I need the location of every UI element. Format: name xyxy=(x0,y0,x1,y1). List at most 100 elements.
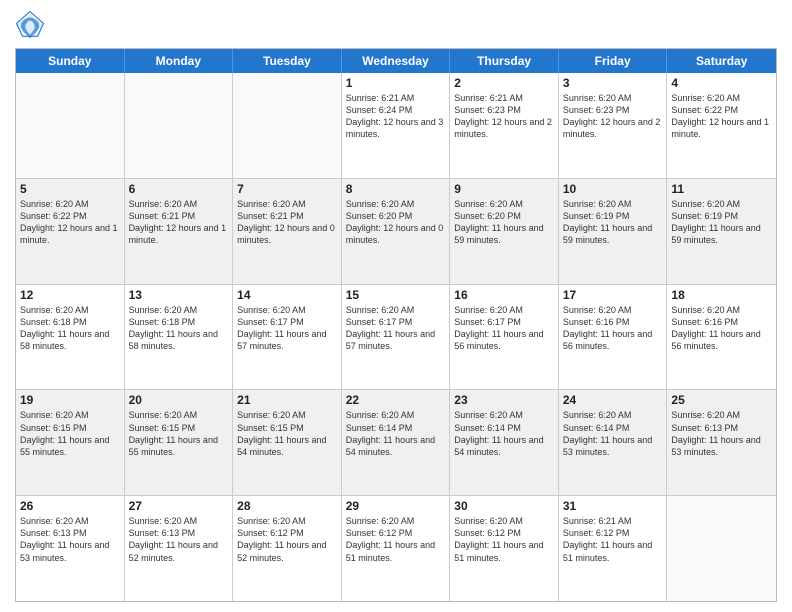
day-info: Sunrise: 6:21 AM Sunset: 6:12 PM Dayligh… xyxy=(563,515,663,564)
day-info: Sunrise: 6:20 AM Sunset: 6:19 PM Dayligh… xyxy=(563,198,663,247)
day-number: 22 xyxy=(346,393,446,407)
calendar-row: 5 Sunrise: 6:20 AM Sunset: 6:22 PM Daylig… xyxy=(16,178,776,284)
calendar-row: 19 Sunrise: 6:20 AM Sunset: 6:15 PM Dayli… xyxy=(16,389,776,495)
day-info: Sunrise: 6:20 AM Sunset: 6:16 PM Dayligh… xyxy=(671,304,772,353)
calendar-cell: 4 Sunrise: 6:20 AM Sunset: 6:22 PM Daylig… xyxy=(667,73,776,178)
day-info: Sunrise: 6:20 AM Sunset: 6:12 PM Dayligh… xyxy=(346,515,446,564)
day-info: Sunrise: 6:20 AM Sunset: 6:20 PM Dayligh… xyxy=(454,198,554,247)
day-number: 25 xyxy=(671,393,772,407)
day-info: Sunrise: 6:20 AM Sunset: 6:17 PM Dayligh… xyxy=(454,304,554,353)
calendar-body: 1Sunrise: 6:21 AM Sunset: 6:24 PM Daylig… xyxy=(16,73,776,601)
day-info: Sunrise: 6:20 AM Sunset: 6:18 PM Dayligh… xyxy=(20,304,120,353)
day-info: Sunrise: 6:20 AM Sunset: 6:22 PM Dayligh… xyxy=(671,92,772,141)
day-info: Sunrise: 6:20 AM Sunset: 6:14 PM Dayligh… xyxy=(454,409,554,458)
calendar-cell: 16 Sunrise: 6:20 AM Sunset: 6:17 PM Dayli… xyxy=(450,285,559,390)
calendar-cell: 30Sunrise: 6:20 AM Sunset: 6:12 PM Dayli… xyxy=(450,496,559,601)
logo-icon xyxy=(15,10,45,40)
calendar-cell: 18 Sunrise: 6:20 AM Sunset: 6:16 PM Dayli… xyxy=(667,285,776,390)
calendar-cell: 10 Sunrise: 6:20 AM Sunset: 6:19 PM Dayli… xyxy=(559,179,668,284)
day-info: Sunrise: 6:21 AM Sunset: 6:24 PM Dayligh… xyxy=(346,92,446,141)
day-number: 28 xyxy=(237,499,337,513)
day-number: 9 xyxy=(454,182,554,196)
day-info: Sunrise: 6:20 AM Sunset: 6:14 PM Dayligh… xyxy=(563,409,663,458)
calendar-cell: 7 Sunrise: 6:20 AM Sunset: 6:21 PM Daylig… xyxy=(233,179,342,284)
day-number: 8 xyxy=(346,182,446,196)
calendar-day-header: Thursday xyxy=(450,49,559,73)
day-number: 27 xyxy=(129,499,229,513)
day-info: Sunrise: 6:20 AM Sunset: 6:13 PM Dayligh… xyxy=(20,515,120,564)
day-number: 12 xyxy=(20,288,120,302)
day-number: 16 xyxy=(454,288,554,302)
day-info: Sunrise: 6:20 AM Sunset: 6:20 PM Dayligh… xyxy=(346,198,446,247)
calendar-cell xyxy=(125,73,234,178)
day-number: 10 xyxy=(563,182,663,196)
calendar-cell: 14 Sunrise: 6:20 AM Sunset: 6:17 PM Dayli… xyxy=(233,285,342,390)
calendar-cell: 9 Sunrise: 6:20 AM Sunset: 6:20 PM Daylig… xyxy=(450,179,559,284)
day-info: Sunrise: 6:20 AM Sunset: 6:15 PM Dayligh… xyxy=(237,409,337,458)
calendar-row: 12 Sunrise: 6:20 AM Sunset: 6:18 PM Dayli… xyxy=(16,284,776,390)
day-info: Sunrise: 6:20 AM Sunset: 6:19 PM Dayligh… xyxy=(671,198,772,247)
header xyxy=(15,10,777,40)
day-number: 21 xyxy=(237,393,337,407)
day-info: Sunrise: 6:20 AM Sunset: 6:13 PM Dayligh… xyxy=(671,409,772,458)
day-number: 4 xyxy=(671,76,772,90)
calendar: SundayMondayTuesdayWednesdayThursdayFrid… xyxy=(15,48,777,602)
calendar-cell: 24Sunrise: 6:20 AM Sunset: 6:14 PM Dayli… xyxy=(559,390,668,495)
day-number: 5 xyxy=(20,182,120,196)
day-number: 6 xyxy=(129,182,229,196)
day-number: 19 xyxy=(20,393,120,407)
calendar-cell: 27 Sunrise: 6:20 AM Sunset: 6:13 PM Dayli… xyxy=(125,496,234,601)
calendar-cell: 12 Sunrise: 6:20 AM Sunset: 6:18 PM Dayli… xyxy=(16,285,125,390)
calendar-cell: 25 Sunrise: 6:20 AM Sunset: 6:13 PM Dayli… xyxy=(667,390,776,495)
calendar-cell: 11 Sunrise: 6:20 AM Sunset: 6:19 PM Dayli… xyxy=(667,179,776,284)
day-info: Sunrise: 6:20 AM Sunset: 6:21 PM Dayligh… xyxy=(237,198,337,247)
day-number: 13 xyxy=(129,288,229,302)
calendar-cell: 1Sunrise: 6:21 AM Sunset: 6:24 PM Daylig… xyxy=(342,73,451,178)
day-number: 11 xyxy=(671,182,772,196)
calendar-cell: 21 Sunrise: 6:20 AM Sunset: 6:15 PM Dayli… xyxy=(233,390,342,495)
calendar-cell: 17Sunrise: 6:20 AM Sunset: 6:16 PM Dayli… xyxy=(559,285,668,390)
calendar-header: SundayMondayTuesdayWednesdayThursdayFrid… xyxy=(16,49,776,73)
day-number: 2 xyxy=(454,76,554,90)
day-number: 31 xyxy=(563,499,663,513)
calendar-cell: 13 Sunrise: 6:20 AM Sunset: 6:18 PM Dayli… xyxy=(125,285,234,390)
day-number: 3 xyxy=(563,76,663,90)
day-number: 23 xyxy=(454,393,554,407)
day-info: Sunrise: 6:20 AM Sunset: 6:21 PM Dayligh… xyxy=(129,198,229,247)
calendar-cell: 23 Sunrise: 6:20 AM Sunset: 6:14 PM Dayli… xyxy=(450,390,559,495)
calendar-cell: 31 Sunrise: 6:21 AM Sunset: 6:12 PM Dayli… xyxy=(559,496,668,601)
day-info: Sunrise: 6:20 AM Sunset: 6:15 PM Dayligh… xyxy=(129,409,229,458)
day-info: Sunrise: 6:20 AM Sunset: 6:18 PM Dayligh… xyxy=(129,304,229,353)
day-info: Sunrise: 6:20 AM Sunset: 6:22 PM Dayligh… xyxy=(20,198,120,247)
day-number: 26 xyxy=(20,499,120,513)
calendar-cell: 2 Sunrise: 6:21 AM Sunset: 6:23 PM Daylig… xyxy=(450,73,559,178)
day-number: 7 xyxy=(237,182,337,196)
calendar-cell xyxy=(233,73,342,178)
calendar-cell: 20Sunrise: 6:20 AM Sunset: 6:15 PM Dayli… xyxy=(125,390,234,495)
calendar-cell: 22 Sunrise: 6:20 AM Sunset: 6:14 PM Dayli… xyxy=(342,390,451,495)
calendar-cell xyxy=(16,73,125,178)
day-info: Sunrise: 6:20 AM Sunset: 6:14 PM Dayligh… xyxy=(346,409,446,458)
day-info: Sunrise: 6:20 AM Sunset: 6:23 PM Dayligh… xyxy=(563,92,663,141)
calendar-cell xyxy=(667,496,776,601)
day-number: 15 xyxy=(346,288,446,302)
calendar-cell: 15 Sunrise: 6:20 AM Sunset: 6:17 PM Dayli… xyxy=(342,285,451,390)
day-number: 14 xyxy=(237,288,337,302)
day-info: Sunrise: 6:20 AM Sunset: 6:17 PM Dayligh… xyxy=(237,304,337,353)
calendar-cell: 28 Sunrise: 6:20 AM Sunset: 6:12 PM Dayli… xyxy=(233,496,342,601)
calendar-row: 26 Sunrise: 6:20 AM Sunset: 6:13 PM Dayli… xyxy=(16,495,776,601)
calendar-day-header: Monday xyxy=(125,49,234,73)
day-info: Sunrise: 6:20 AM Sunset: 6:15 PM Dayligh… xyxy=(20,409,120,458)
day-info: Sunrise: 6:20 AM Sunset: 6:13 PM Dayligh… xyxy=(129,515,229,564)
day-number: 29 xyxy=(346,499,446,513)
logo xyxy=(15,10,49,40)
day-number: 18 xyxy=(671,288,772,302)
calendar-row: 1Sunrise: 6:21 AM Sunset: 6:24 PM Daylig… xyxy=(16,73,776,178)
day-info: Sunrise: 6:21 AM Sunset: 6:23 PM Dayligh… xyxy=(454,92,554,141)
day-info: Sunrise: 6:20 AM Sunset: 6:17 PM Dayligh… xyxy=(346,304,446,353)
calendar-cell: 3 Sunrise: 6:20 AM Sunset: 6:23 PM Daylig… xyxy=(559,73,668,178)
calendar-day-header: Sunday xyxy=(16,49,125,73)
day-info: Sunrise: 6:20 AM Sunset: 6:12 PM Dayligh… xyxy=(237,515,337,564)
calendar-day-header: Tuesday xyxy=(233,49,342,73)
page: SundayMondayTuesdayWednesdayThursdayFrid… xyxy=(0,0,792,612)
